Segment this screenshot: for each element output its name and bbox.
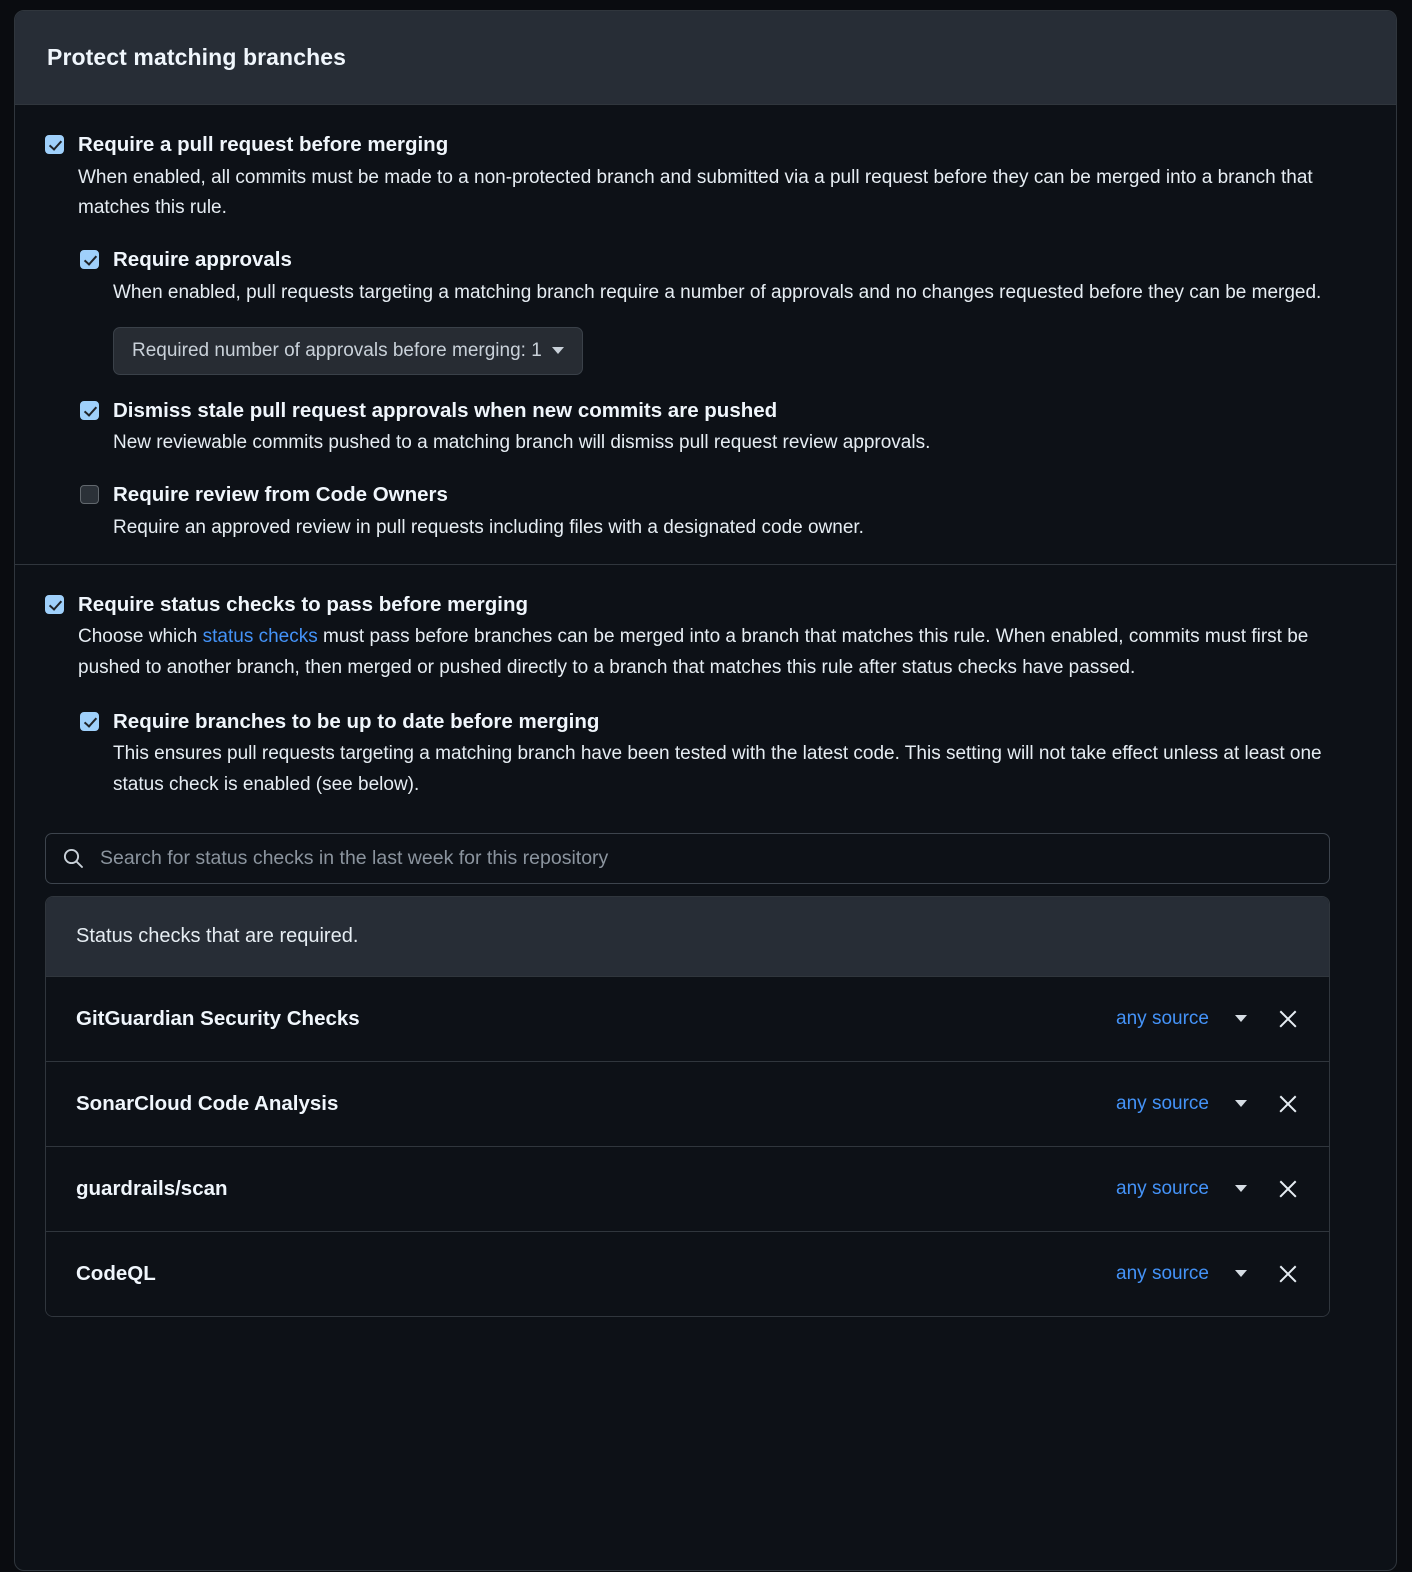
require-approvals-group: Require approvals When enabled, pull req… — [80, 246, 1366, 374]
code-owners-description: Require an approved review in pull reque… — [113, 513, 864, 544]
required-status-checks-list: Status checks that are required. GitGuar… — [45, 896, 1330, 1317]
code-owners-group: Require review from Code Owners Require … — [80, 481, 1366, 543]
search-icon — [62, 847, 84, 869]
up-to-date-group: Require branches to be up to date before… — [80, 708, 1366, 801]
chevron-down-icon[interactable] — [1235, 1270, 1247, 1277]
protect-matching-branches-card: Protect matching branches Require a pull… — [14, 10, 1397, 1571]
table-row: SonarCloud Code Analysis any source — [46, 1062, 1329, 1147]
remove-check-icon[interactable] — [1277, 1008, 1299, 1030]
status-checks-section: Require status checks to pass before mer… — [15, 565, 1396, 1343]
check-name: GitGuardian Security Checks — [76, 1007, 1116, 1031]
require-approvals-row[interactable]: Require approvals When enabled, pull req… — [80, 246, 1366, 374]
require-status-checks-row[interactable]: Require status checks to pass before mer… — [45, 591, 1366, 684]
require-approvals-body: Require approvals When enabled, pull req… — [113, 246, 1321, 374]
require-status-checks-description: Choose which status checks must pass bef… — [78, 622, 1323, 684]
table-row: GitGuardian Security Checks any source — [46, 977, 1329, 1062]
require-pull-request-description: When enabled, all commits must be made t… — [78, 163, 1323, 225]
status-check-search[interactable] — [45, 833, 1330, 884]
required-approvals-select-label: Required number of approvals before merg… — [132, 340, 542, 362]
chevron-down-icon[interactable] — [1235, 1015, 1247, 1022]
up-to-date-description: This ensures pull requests targeting a m… — [113, 739, 1358, 801]
dismiss-stale-row[interactable]: Dismiss stale pull request approvals whe… — [80, 397, 1366, 459]
status-checks-link[interactable]: status checks — [203, 626, 318, 647]
remove-check-icon[interactable] — [1277, 1178, 1299, 1200]
require-pull-request-body: Require a pull request before merging Wh… — [78, 131, 1323, 224]
check-row-controls: any source — [1116, 1263, 1299, 1285]
chevron-down-icon[interactable] — [1235, 1185, 1247, 1192]
up-to-date-row[interactable]: Require branches to be up to date before… — [80, 708, 1366, 801]
up-to-date-checkbox[interactable] — [80, 712, 99, 731]
dismiss-stale-label: Dismiss stale pull request approvals whe… — [113, 397, 930, 425]
up-to-date-body: Require branches to be up to date before… — [113, 708, 1358, 801]
table-row: CodeQL any source — [46, 1232, 1329, 1316]
remove-check-icon[interactable] — [1277, 1263, 1299, 1285]
status-checks-desc-part1: Choose which — [78, 626, 203, 647]
check-row-controls: any source — [1116, 1008, 1299, 1030]
dismiss-stale-checkbox[interactable] — [80, 401, 99, 420]
require-status-checks-body: Require status checks to pass before mer… — [78, 591, 1323, 684]
code-owners-body: Require review from Code Owners Require … — [113, 481, 864, 543]
dismiss-stale-description: New reviewable commits pushed to a match… — [113, 428, 930, 459]
search-input[interactable] — [98, 846, 1313, 871]
check-name: guardrails/scan — [76, 1177, 1116, 1201]
require-approvals-description: When enabled, pull requests targeting a … — [113, 278, 1321, 309]
require-pull-request-row[interactable]: Require a pull request before merging Wh… — [45, 131, 1366, 224]
card-header: Protect matching branches — [15, 11, 1396, 105]
require-pull-request-label: Require a pull request before merging — [78, 131, 1323, 159]
code-owners-row[interactable]: Require review from Code Owners Require … — [80, 481, 1366, 543]
require-pull-request-checkbox[interactable] — [45, 135, 64, 154]
require-approvals-checkbox[interactable] — [80, 250, 99, 269]
pull-request-section: Require a pull request before merging Wh… — [15, 105, 1396, 564]
require-approvals-label: Require approvals — [113, 246, 1321, 274]
page-title: Protect matching branches — [47, 44, 346, 71]
chevron-down-icon[interactable] — [1235, 1100, 1247, 1107]
checks-list-header: Status checks that are required. — [46, 897, 1329, 977]
required-approvals-select[interactable]: Required number of approvals before merg… — [113, 327, 583, 375]
source-select[interactable]: any source — [1116, 1263, 1209, 1285]
up-to-date-label: Require branches to be up to date before… — [113, 708, 1358, 736]
source-select[interactable]: any source — [1116, 1178, 1209, 1200]
require-status-checks-checkbox[interactable] — [45, 595, 64, 614]
remove-check-icon[interactable] — [1277, 1093, 1299, 1115]
source-select[interactable]: any source — [1116, 1093, 1209, 1115]
require-status-checks-label: Require status checks to pass before mer… — [78, 591, 1323, 619]
check-row-controls: any source — [1116, 1178, 1299, 1200]
check-name: CodeQL — [76, 1262, 1116, 1286]
code-owners-label: Require review from Code Owners — [113, 481, 864, 509]
chevron-down-icon — [552, 347, 564, 354]
code-owners-checkbox[interactable] — [80, 485, 99, 504]
dismiss-stale-body: Dismiss stale pull request approvals whe… — [113, 397, 930, 459]
source-select[interactable]: any source — [1116, 1008, 1209, 1030]
check-name: SonarCloud Code Analysis — [76, 1092, 1116, 1116]
check-row-controls: any source — [1116, 1093, 1299, 1115]
table-row: guardrails/scan any source — [46, 1147, 1329, 1232]
dismiss-stale-group: Dismiss stale pull request approvals whe… — [80, 397, 1366, 459]
